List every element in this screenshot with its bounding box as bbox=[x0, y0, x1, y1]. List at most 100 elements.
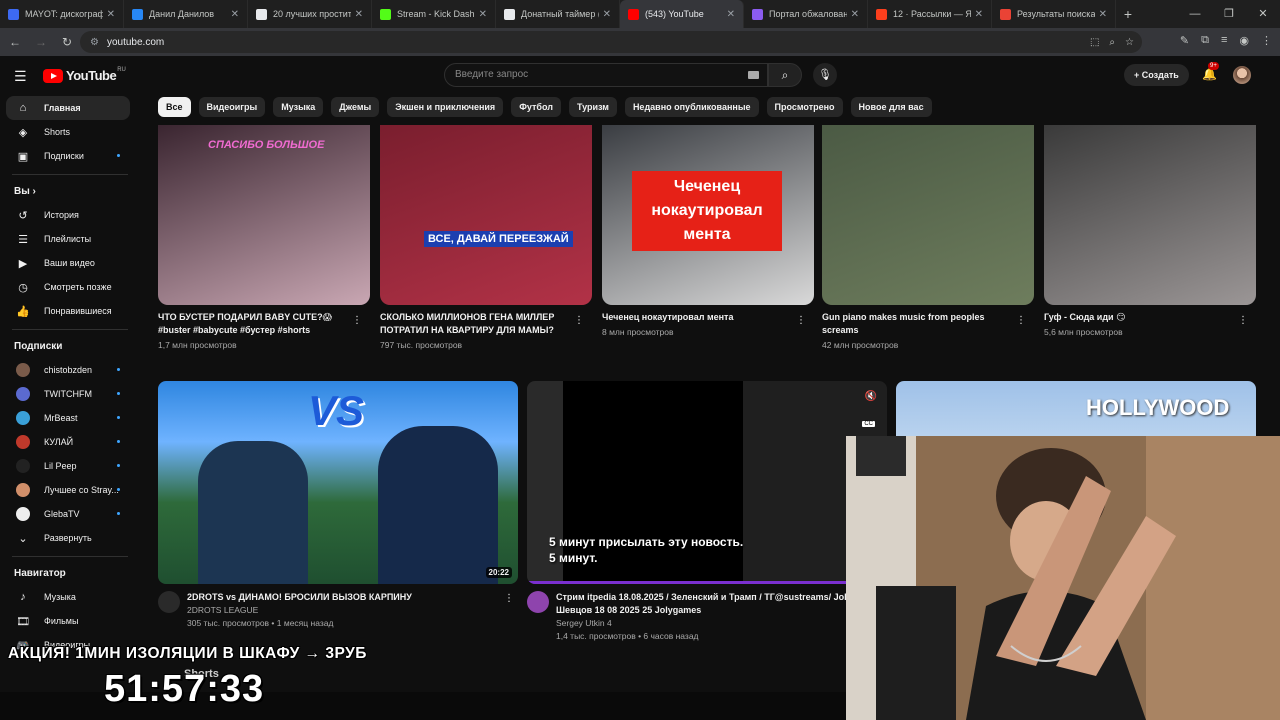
expand-subscriptions-button[interactable]: ⌄ Развернуть bbox=[0, 526, 140, 550]
more-options-icon[interactable]: ⋮ bbox=[504, 593, 514, 604]
video-thumbnail[interactable]: VS 20:22 bbox=[158, 381, 518, 584]
browser-tab[interactable]: 20 лучших проституток ✕ bbox=[248, 0, 372, 28]
install-app-icon[interactable]: ⬚ bbox=[1090, 37, 1099, 48]
tab-close-icon[interactable]: ✕ bbox=[851, 9, 859, 20]
more-options-icon[interactable]: ⋮ bbox=[1238, 315, 1248, 326]
video-title[interactable]: 2DROTS vs ДИНАМО! БРОСИЛИ ВЫЗОВ КАРПИНУ bbox=[187, 591, 505, 604]
sidebar-item[interactable]: 🎞 Фильмы bbox=[0, 609, 140, 633]
youtube-logo[interactable]: YouTube RU bbox=[43, 67, 126, 83]
sidebar-item[interactable]: ▶ Ваши видео bbox=[0, 251, 140, 275]
sidebar-item[interactable]: 👍 Понравившиеся bbox=[0, 299, 140, 323]
search-button[interactable]: ⌕ bbox=[768, 63, 802, 87]
voice-search-button[interactable]: 🎙 bbox=[813, 63, 837, 87]
more-options-icon[interactable]: ⋮ bbox=[1016, 315, 1026, 326]
short-title[interactable]: Чеченец нокаутировал мента bbox=[602, 311, 792, 324]
tab-close-icon[interactable]: ✕ bbox=[975, 9, 983, 20]
sidebar-item[interactable]: ☰ Плейлисты bbox=[0, 227, 140, 251]
puzzle-icon[interactable]: ⧉ bbox=[1201, 34, 1209, 47]
filter-chip[interactable]: Видеоигры bbox=[198, 97, 266, 117]
tab-close-icon[interactable]: ✕ bbox=[1099, 9, 1107, 20]
video-title[interactable]: Стрим itpedia 18.08.2025 / Зеленский и Т… bbox=[556, 591, 874, 617]
short-thumbnail[interactable]: СПАСИБО БОЛЬШОЕ bbox=[158, 125, 370, 305]
bookmark-star-icon[interactable]: ☆ bbox=[1125, 37, 1134, 48]
channel-avatar[interactable] bbox=[527, 591, 549, 613]
subscription-item[interactable]: Лучшее со Stray... bbox=[0, 478, 140, 502]
back-icon[interactable]: ← bbox=[4, 35, 26, 49]
subscription-item[interactable]: Lil Peep bbox=[0, 454, 140, 478]
filter-chip[interactable]: Музыка bbox=[273, 97, 324, 117]
video-card[interactable]: 🔇 CC 5 минут присылать эту новость. 5 минут… bbox=[527, 381, 887, 641]
filter-chip[interactable]: Новое для вас bbox=[850, 97, 932, 117]
create-button[interactable]: + Создать bbox=[1124, 64, 1189, 86]
short-card[interactable]: ВСЕ, ДАВАЙ ПЕРЕЕЗЖАЙ СКОЛЬКО МИЛЛИОНОВ ГЕ… bbox=[380, 125, 592, 350]
filter-chip[interactable]: Экшен и приключения bbox=[387, 97, 504, 117]
filter-chip[interactable]: Недавно опубликованные bbox=[624, 97, 759, 117]
channel-name[interactable]: 2DROTS LEAGUE bbox=[187, 604, 258, 617]
sidebar-item[interactable]: ♪ Музыка bbox=[0, 585, 140, 609]
short-card[interactable]: Чеченец нокаутировал мента Чеченец нокаут… bbox=[602, 125, 814, 337]
close-window-icon[interactable]: ✕ bbox=[1246, 0, 1280, 28]
short-card[interactable]: СПАСИБО БОЛЬШОЕ ЧТО БУСТЕР ПОДАРИЛ BABY C… bbox=[158, 125, 370, 350]
video-thumbnail[interactable]: 🔇 CC 5 минут присылать эту новость. 5 минут… bbox=[527, 381, 887, 584]
channel-name[interactable]: Sergey Utkin 4 bbox=[556, 617, 612, 630]
you-section-header[interactable]: Вы › bbox=[0, 181, 140, 203]
site-info-icon[interactable]: ⚙ bbox=[90, 37, 99, 48]
short-title[interactable]: СКОЛЬКО МИЛЛИОНОВ ГЕНА МИЛЛЕР ПОТРАТИЛ Н… bbox=[380, 311, 570, 337]
channel-avatar[interactable] bbox=[158, 591, 180, 613]
account-avatar[interactable] bbox=[1233, 66, 1251, 84]
sidebar-item[interactable]: ◷ Смотреть позже bbox=[0, 275, 140, 299]
reload-icon[interactable]: ↻ bbox=[56, 35, 78, 49]
tab-close-icon[interactable]: ✕ bbox=[107, 9, 115, 20]
maximize-icon[interactable]: ❐ bbox=[1212, 0, 1246, 28]
browser-tab[interactable]: Донатный таймер (d ✕ bbox=[496, 0, 620, 28]
browser-tab[interactable]: Портал обжалования ✕ bbox=[744, 0, 868, 28]
more-options-icon[interactable]: ⋮ bbox=[352, 315, 362, 326]
more-options-icon[interactable]: ⋮ bbox=[796, 315, 806, 326]
short-thumbnail[interactable] bbox=[1044, 125, 1256, 305]
profile-icon[interactable]: ◉ bbox=[1239, 34, 1249, 47]
sidebar-item[interactable]: ⌂ Главная bbox=[6, 96, 130, 120]
short-thumbnail[interactable]: Чеченец нокаутировал мента bbox=[602, 125, 814, 305]
captions-icon[interactable]: CC bbox=[862, 421, 875, 427]
subscription-item[interactable]: chistobzden bbox=[0, 358, 140, 382]
filter-chip[interactable]: Туризм bbox=[568, 97, 617, 117]
subscription-item[interactable]: MrBeast bbox=[0, 406, 140, 430]
filter-chip[interactable]: Все bbox=[158, 97, 191, 117]
tab-close-icon[interactable]: ✕ bbox=[479, 9, 487, 20]
video-card[interactable]: VS 20:22 2DROTS vs ДИНАМО! БРОСИЛИ ВЫЗОВ К… bbox=[158, 381, 518, 628]
new-tab-button[interactable]: + bbox=[1116, 6, 1140, 22]
short-thumbnail[interactable] bbox=[822, 125, 1034, 305]
filter-chip[interactable]: Джемы bbox=[331, 97, 380, 117]
menu-dots-icon[interactable]: ⋮ bbox=[1261, 34, 1272, 47]
short-title[interactable]: Гуф - Сюда иди 😏 bbox=[1044, 311, 1234, 324]
filter-chip[interactable]: Футбол bbox=[511, 97, 561, 117]
browser-tab[interactable]: Результаты поиска ✕ bbox=[992, 0, 1116, 28]
subscription-item[interactable]: TWITCHFM bbox=[0, 382, 140, 406]
tab-close-icon[interactable]: ✕ bbox=[727, 9, 735, 20]
short-title[interactable]: Gun piano makes music from peoples screa… bbox=[822, 311, 1012, 337]
minimize-icon[interactable]: — bbox=[1178, 0, 1212, 28]
sidebar-item[interactable]: ▣ Подписки bbox=[0, 144, 140, 168]
short-card[interactable]: Gun piano makes music from peoples screa… bbox=[822, 125, 1034, 350]
forward-icon[interactable]: → bbox=[30, 35, 52, 49]
subscription-item[interactable]: КУЛАЙ bbox=[0, 430, 140, 454]
browser-tab[interactable]: Данил Данилов ✕ bbox=[124, 0, 248, 28]
zoom-icon[interactable]: ⌕ bbox=[1109, 37, 1115, 48]
subscription-item[interactable]: GlebaTV bbox=[0, 502, 140, 526]
search-input[interactable]: Введите запрос bbox=[444, 63, 768, 87]
browser-tab[interactable]: Stream - Kick Dashboard ✕ bbox=[372, 0, 496, 28]
tab-close-icon[interactable]: ✕ bbox=[231, 9, 239, 20]
mute-icon[interactable]: 🔇 bbox=[865, 391, 877, 402]
short-title[interactable]: ЧТО БУСТЕР ПОДАРИЛ BABY CUTE?😱 #buster #… bbox=[158, 311, 348, 337]
tab-close-icon[interactable]: ✕ bbox=[355, 9, 363, 20]
tab-close-icon[interactable]: ✕ bbox=[603, 9, 611, 20]
browser-tab[interactable]: MAYOT: дискография ✕ bbox=[0, 0, 124, 28]
short-thumbnail[interactable]: ВСЕ, ДАВАЙ ПЕРЕЕЗЖАЙ bbox=[380, 125, 592, 305]
sidebar-item[interactable]: ↺ История bbox=[0, 203, 140, 227]
address-bar[interactable]: ⚙ youtube.com ⬚ ⌕ ☆ bbox=[80, 31, 1142, 53]
keyboard-icon[interactable] bbox=[748, 71, 759, 79]
browser-tab[interactable]: 12 · Рассылки — Янд ✕ bbox=[868, 0, 992, 28]
sidebar-item[interactable]: ◈ Shorts bbox=[0, 120, 140, 144]
media-icon[interactable]: ≡ bbox=[1221, 34, 1227, 47]
more-options-icon[interactable]: ⋮ bbox=[574, 315, 584, 326]
